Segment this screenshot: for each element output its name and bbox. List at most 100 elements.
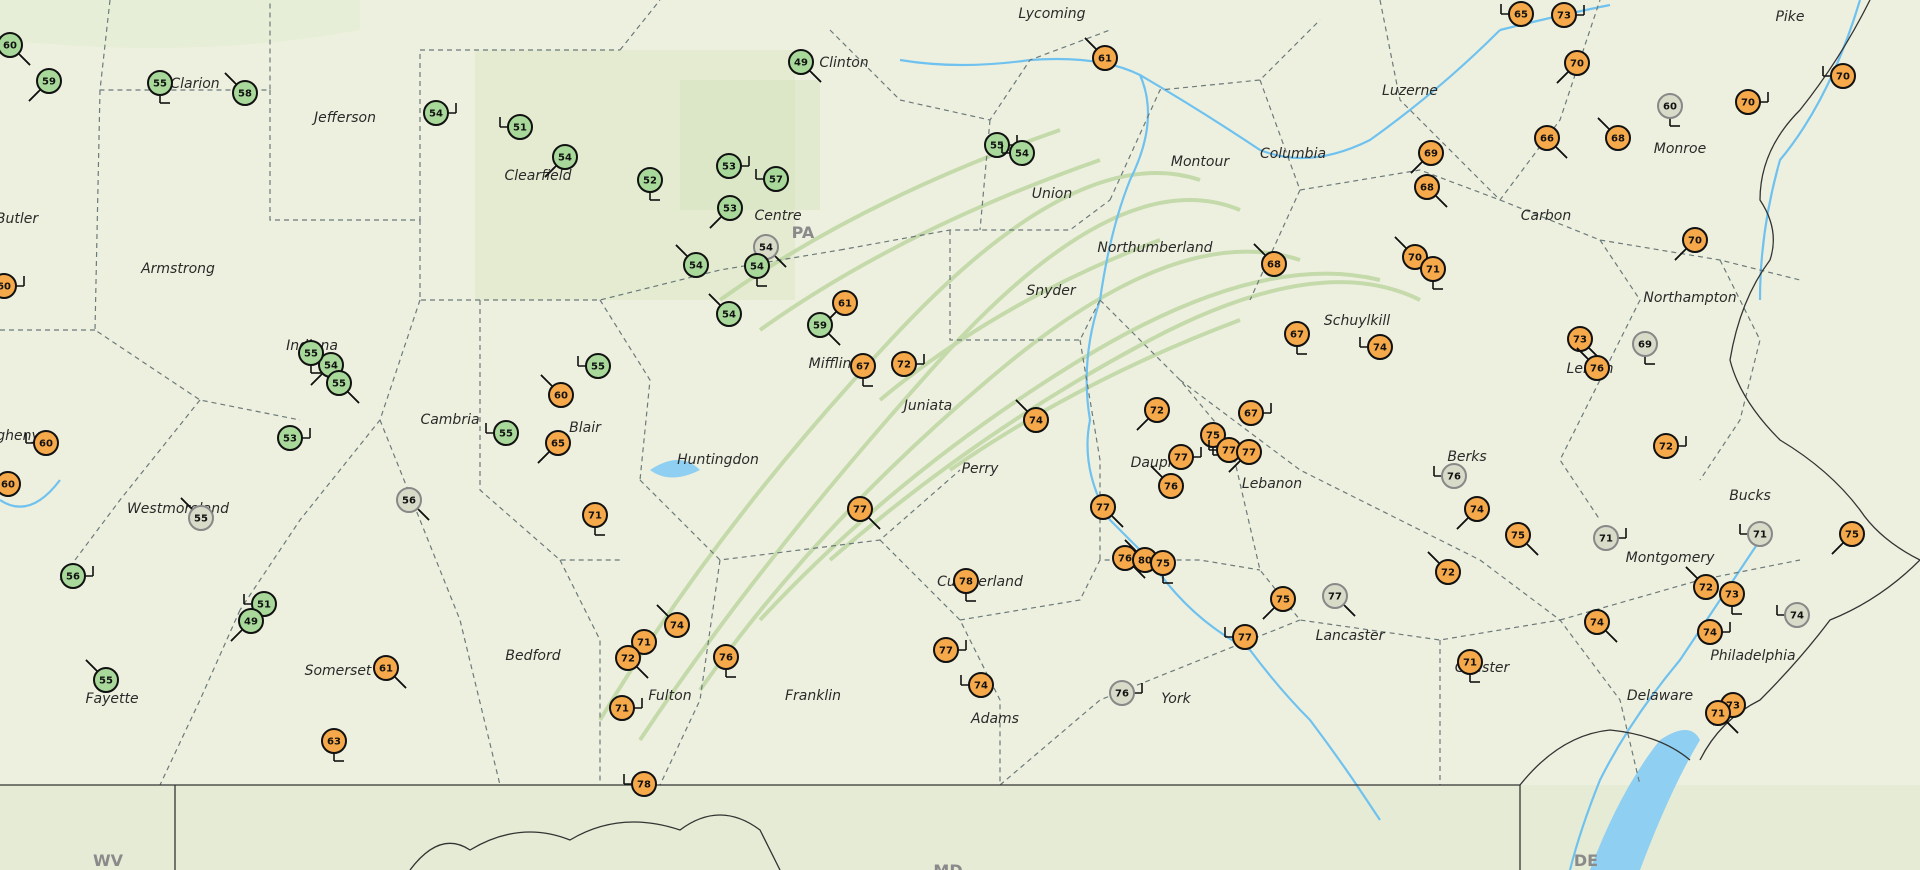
station-temperature: 71 — [1711, 709, 1725, 720]
county-label-columbia: Columbia — [1260, 146, 1326, 162]
station-temperature: 49 — [794, 58, 808, 69]
county-label-franklin: Franklin — [785, 688, 841, 704]
station-temperature: 55 — [332, 379, 346, 390]
county-label-lebanon: Lebanon — [1242, 476, 1302, 492]
station-temperature: 60 — [3, 41, 17, 52]
station-temperature: 71 — [615, 704, 629, 715]
station-temperature: 77 — [853, 505, 867, 516]
station-temperature: 61 — [379, 664, 393, 675]
station-temperature: 76 — [719, 653, 733, 664]
state-label-md: MD — [933, 861, 962, 870]
county-label-lycoming: Lycoming — [1018, 6, 1085, 22]
station-temperature: 74 — [1470, 505, 1484, 516]
station-temperature: 73 — [1573, 335, 1587, 346]
station-temperature: 77 — [939, 646, 953, 657]
station-temperature: 54 — [750, 262, 764, 273]
station-temperature: 49 — [244, 617, 258, 628]
station-temperature: 72 — [1441, 568, 1455, 579]
county-label-northampton: Northampton — [1643, 290, 1736, 306]
station-temperature: 71 — [637, 638, 651, 649]
county-label-union: Union — [1032, 186, 1072, 202]
station-temperature: 73 — [1557, 11, 1571, 22]
station-temperature: 66 — [1540, 134, 1554, 145]
station-temperature: 70 — [1408, 253, 1422, 264]
station-temperature: 67 — [1290, 330, 1304, 341]
county-label-delaware: Delaware — [1627, 688, 1693, 704]
county-label-huntingdon: Huntingdon — [677, 452, 759, 468]
county-label-fayette: Fayette — [85, 691, 138, 707]
station-temperature: 77 — [1238, 633, 1252, 644]
station-temperature: 72 — [897, 360, 911, 371]
station-temperature: 69 — [1638, 340, 1652, 351]
county-label-adams: Adams — [970, 711, 1019, 727]
county-label-somerset: Somerset — [305, 663, 372, 679]
county-label-clarion: Clarion — [170, 76, 219, 92]
station-temperature: 74 — [1590, 618, 1604, 629]
station-temperature: 59 — [813, 321, 827, 332]
station-temperature: 60 — [39, 439, 53, 450]
station-temperature: 70 — [1741, 98, 1755, 109]
weather-map[interactable]: Lycoming Clinton Clarion Jefferson Clearfiel… — [0, 0, 1920, 870]
county-label-york: York — [1161, 691, 1191, 707]
station-temperature: 54 — [429, 109, 443, 120]
county-label-bucks: Bucks — [1729, 488, 1771, 504]
station-temperature: 71 — [588, 511, 602, 522]
station-temperature: 76 — [1590, 364, 1604, 375]
county-label-armstrong: Armstrong — [140, 261, 215, 277]
station-temperature: 61 — [1098, 54, 1112, 65]
station-temperature: 55 — [591, 362, 605, 373]
county-label-perry: Perry — [962, 461, 1000, 477]
station-temperature: 54 — [689, 261, 703, 272]
station-temperature: 60 — [554, 391, 568, 402]
station-temperature: 71 — [1463, 658, 1477, 669]
station-temperature: 68 — [1611, 134, 1625, 145]
station-temperature: 60 — [1, 480, 15, 491]
county-label-berks: Berks — [1447, 449, 1486, 465]
station-temperature: 76 — [1115, 689, 1129, 700]
county-label-centre: Centre — [754, 208, 801, 224]
county-label-luzerne: Luzerne — [1382, 83, 1438, 99]
county-label-carbon: Carbon — [1521, 208, 1571, 224]
station-temperature: 74 — [1373, 343, 1387, 354]
station-temperature: 56 — [66, 572, 80, 583]
station-temperature: 74 — [670, 621, 684, 632]
state-label-pa: PA — [792, 223, 815, 242]
station-temperature: 77 — [1174, 453, 1188, 464]
station-temperature: 56 — [402, 496, 416, 507]
station-temperature: 51 — [513, 123, 527, 134]
station-temperature: 75 — [1156, 559, 1170, 570]
station-temperature: 76 — [1164, 482, 1178, 493]
county-label-jefferson: Jefferson — [311, 110, 376, 126]
station-temperature: 72 — [1150, 406, 1164, 417]
station-temperature: 74 — [1029, 416, 1043, 427]
county-label-pike: Pike — [1775, 9, 1804, 25]
station-temperature: 55 — [99, 676, 113, 687]
county-label-westmoreland: Westmoreland — [127, 501, 229, 517]
county-label-cumberland: Cumberland — [937, 574, 1023, 590]
county-label-montour: Montour — [1171, 154, 1230, 170]
station-temperature: 73 — [1725, 590, 1739, 601]
station-temperature: 65 — [551, 439, 565, 450]
county-label-lancaster: Lancaster — [1316, 628, 1386, 644]
station-temperature: 78 — [637, 780, 651, 791]
station-temperature: 70 — [1836, 72, 1850, 83]
station-temperature: 55 — [499, 429, 513, 440]
station-temperature: 55 — [304, 349, 318, 360]
county-label-butler: Butler — [0, 211, 39, 227]
county-label-blair: Blair — [569, 420, 602, 436]
station-temperature: 74 — [1790, 611, 1804, 622]
station-temperature: 71 — [1426, 265, 1440, 276]
county-label-snyder: Snyder — [1026, 283, 1077, 299]
station-temperature: 59 — [42, 77, 56, 88]
station-temperature: 71 — [1599, 534, 1613, 545]
station-temperature: 70 — [1688, 236, 1702, 247]
station-temperature: 54 — [558, 153, 572, 164]
station-temperature: 53 — [722, 162, 736, 173]
station-temperature: 77 — [1242, 448, 1256, 459]
county-label-monroe: Monroe — [1654, 141, 1706, 157]
station-temperature: 75 — [1276, 595, 1290, 606]
station-temperature: 72 — [1699, 583, 1713, 594]
state-label-wv: WV — [93, 851, 124, 870]
station-temperature: 77 — [1096, 503, 1110, 514]
county-label-montgomery: Montgomery — [1626, 550, 1715, 566]
